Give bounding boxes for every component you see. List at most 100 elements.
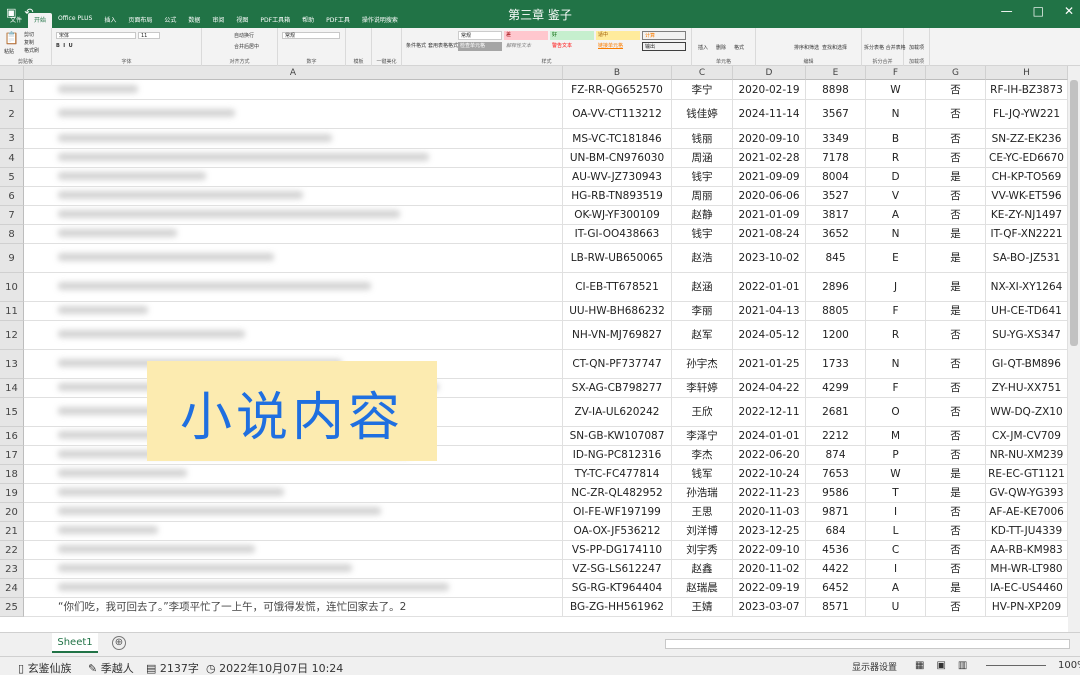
cell-f[interactable]: A xyxy=(866,206,926,224)
ribbon-tab[interactable]: 视图 xyxy=(230,13,254,28)
cell-b[interactable]: UN-BM-CN976030 xyxy=(563,149,672,167)
cell-h[interactable]: CX-JM-CV709 xyxy=(986,427,1068,445)
cell-d[interactable]: 2021-01-09 xyxy=(733,206,806,224)
cell-a[interactable] xyxy=(24,579,563,597)
cell-f[interactable]: A xyxy=(866,579,926,597)
cell-b[interactable]: OA-VV-CT113212 xyxy=(563,100,672,128)
column-header[interactable]: A xyxy=(24,66,563,80)
cell-e[interactable]: 2212 xyxy=(806,427,866,445)
cell-f[interactable]: P xyxy=(866,446,926,464)
cell-g[interactable]: 否 xyxy=(926,206,986,224)
cell-a[interactable] xyxy=(24,80,563,99)
cell-g[interactable]: 否 xyxy=(926,446,986,464)
row-header[interactable]: 23 xyxy=(0,560,24,579)
cell-a[interactable] xyxy=(24,225,563,243)
cell-d[interactable]: 2022-06-20 xyxy=(733,446,806,464)
cell-e[interactable]: 684 xyxy=(806,522,866,540)
cell-c[interactable]: 李宁 xyxy=(672,80,733,99)
cell-a[interactable] xyxy=(24,302,563,320)
cell-d[interactable]: 2021-04-13 xyxy=(733,302,806,320)
style-calc[interactable]: 计算 xyxy=(642,31,686,40)
cell-a[interactable]: “你们吃，我可回去了。”李项平忙了一上午，可饿得发慌，连忙回家去了。2 xyxy=(24,598,563,616)
cell-d[interactable]: 2023-03-07 xyxy=(733,598,806,616)
horizontal-scrollbar[interactable] xyxy=(665,639,1070,649)
row-header[interactable]: 16 xyxy=(0,427,24,446)
cell-b[interactable]: OK-WJ-YF300109 xyxy=(563,206,672,224)
style-bad[interactable]: 差 xyxy=(504,31,548,40)
merge-center-button[interactable]: 合并后居中 xyxy=(234,43,259,50)
cell-d[interactable]: 2020-02-19 xyxy=(733,80,806,99)
cell-f[interactable]: N xyxy=(866,100,926,128)
cell-c[interactable]: 赵浩 xyxy=(672,244,733,272)
cell-b[interactable]: VS-PP-DG174110 xyxy=(563,541,672,559)
cell-d[interactable]: 2022-09-10 xyxy=(733,541,806,559)
cell-d[interactable]: 2022-01-01 xyxy=(733,273,806,301)
cell-f[interactable]: I xyxy=(866,503,926,521)
cell-f[interactable]: E xyxy=(866,244,926,272)
cell-f[interactable]: U xyxy=(866,598,926,616)
ribbon-tab[interactable]: 数据 xyxy=(182,13,206,28)
cell-f[interactable]: I xyxy=(866,560,926,578)
cell-a[interactable] xyxy=(24,129,563,148)
copy-button[interactable]: 复制 xyxy=(24,39,34,46)
ribbon-tab[interactable]: 公式 xyxy=(158,13,182,28)
row-header[interactable]: 8 xyxy=(0,225,24,244)
row-header[interactable]: 6 xyxy=(0,187,24,206)
row-header[interactable]: 1 xyxy=(0,80,24,100)
cell-d[interactable]: 2022-10-24 xyxy=(733,465,806,483)
cell-e[interactable]: 6452 xyxy=(806,579,866,597)
cell-b[interactable]: SN-GB-KW107087 xyxy=(563,427,672,445)
ribbon-tab[interactable]: 帮助 xyxy=(296,13,320,28)
cell-c[interactable]: 孙宇杰 xyxy=(672,350,733,378)
style-neutral[interactable]: 适中 xyxy=(596,31,640,40)
cell-a[interactable] xyxy=(24,522,563,540)
style-explain[interactable]: 解释性文本 xyxy=(504,42,548,51)
insert-button[interactable]: 插入 xyxy=(698,44,708,51)
cell-f[interactable]: B xyxy=(866,129,926,148)
cell-a[interactable] xyxy=(24,503,563,521)
cell-f[interactable]: W xyxy=(866,80,926,99)
row-header[interactable]: 2 xyxy=(0,100,24,129)
cell-f[interactable]: M xyxy=(866,427,926,445)
cell-d[interactable]: 2024-01-01 xyxy=(733,427,806,445)
row-header[interactable]: 12 xyxy=(0,321,24,350)
cell-b[interactable]: OI-FE-WF197199 xyxy=(563,503,672,521)
cell-b[interactable]: SG-RG-KT964404 xyxy=(563,579,672,597)
cell-b[interactable]: CI-EB-TT678521 xyxy=(563,273,672,301)
cell-h[interactable]: AA-RB-KM983 xyxy=(986,541,1068,559)
cell-g[interactable]: 是 xyxy=(926,273,986,301)
row-header[interactable]: 10 xyxy=(0,273,24,302)
cell-b[interactable]: NH-VN-MJ769827 xyxy=(563,321,672,349)
cell-g[interactable]: 是 xyxy=(926,225,986,243)
cell-h[interactable]: NR-NU-XM239 xyxy=(986,446,1068,464)
addins-button[interactable]: 加载项 xyxy=(909,44,924,51)
cell-g[interactable]: 否 xyxy=(926,187,986,205)
ribbon-tab[interactable]: Office PLUS xyxy=(52,13,98,28)
row-header[interactable]: 18 xyxy=(0,465,24,484)
cell-c[interactable]: 赵军 xyxy=(672,321,733,349)
style-link[interactable]: 链接单元格 xyxy=(596,42,640,51)
cell-g[interactable]: 否 xyxy=(926,379,986,397)
ribbon-tab[interactable]: PDF工具箱 xyxy=(254,13,296,28)
column-header[interactable]: H xyxy=(986,66,1068,80)
cell-e[interactable]: 8571 xyxy=(806,598,866,616)
cell-e[interactable]: 4536 xyxy=(806,541,866,559)
cell-d[interactable]: 2021-09-09 xyxy=(733,168,806,186)
cell-h[interactable]: GV-QW-YG393 xyxy=(986,484,1068,502)
minimize-button[interactable]: — xyxy=(1001,4,1013,18)
cell-c[interactable]: 钱军 xyxy=(672,465,733,483)
cell-h[interactable]: CE-YC-ED6670 xyxy=(986,149,1068,167)
cell-e[interactable]: 3349 xyxy=(806,129,866,148)
cell-e[interactable]: 845 xyxy=(806,244,866,272)
cell-f[interactable]: T xyxy=(866,484,926,502)
cut-button[interactable]: 剪切 xyxy=(24,31,34,38)
cell-g[interactable]: 否 xyxy=(926,541,986,559)
find-select-button[interactable]: 查找和选择 xyxy=(822,44,847,51)
cell-h[interactable]: NX-XI-XY1264 xyxy=(986,273,1068,301)
cell-h[interactable]: IT-QF-XN2221 xyxy=(986,225,1068,243)
cell-h[interactable]: FL-JQ-YW221 xyxy=(986,100,1068,128)
cell-f[interactable]: R xyxy=(866,149,926,167)
format-painter-button[interactable]: 格式刷 xyxy=(24,47,39,54)
cell-a[interactable] xyxy=(24,273,563,301)
cell-h[interactable]: SA-BO-JZ531 xyxy=(986,244,1068,272)
